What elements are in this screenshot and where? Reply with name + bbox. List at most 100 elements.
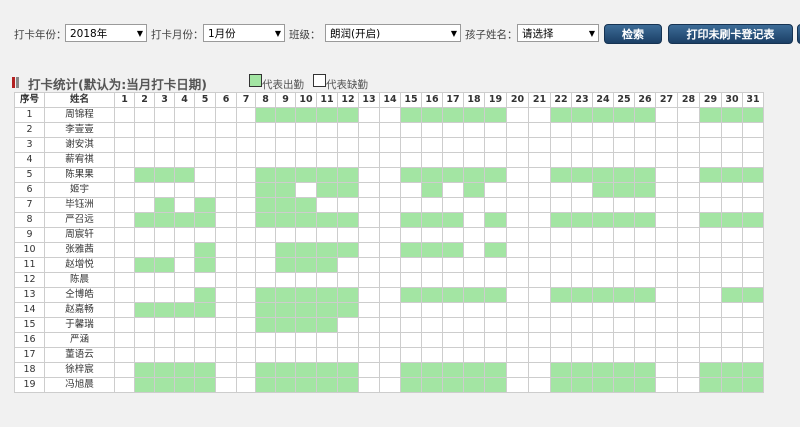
day-cell-absent [337,197,359,213]
day-cell-absent [634,152,656,168]
day-cell-absent [655,362,678,378]
day-cell-absent [742,122,764,138]
day-cell-absent [236,272,256,288]
attendance-table: 序号 姓名 1 2 3 4 5 6 7 8 9 10 11 12 13 14 15 16 17 18 19 20 21 22 2… [14,92,764,393]
day-cell-present [463,182,485,198]
table-row: 12 陈晨 [14,272,764,288]
day-cell-absent [677,317,700,333]
day-cell-present [154,212,175,228]
day-cell-present [721,212,743,228]
day-cell-present [400,167,422,183]
day-cell-absent [677,137,700,153]
student-name: 赵嘉畅 [44,302,115,318]
day-cell-absent [528,317,551,333]
day-cell-present [421,182,443,198]
day-cell-absent [337,122,359,138]
day-cell-present [275,107,296,123]
day-cell-absent [742,197,764,213]
row-index: 8 [14,212,45,228]
day-cell-absent [484,272,507,288]
day-cell-absent [174,317,195,333]
day-cell-absent [154,272,175,288]
day-cell-absent [634,272,656,288]
day-cell-absent [114,242,135,258]
day-cell-absent [174,122,195,138]
day-cell-absent [134,287,155,303]
day-cell-absent [236,227,256,243]
day-cell-present [295,167,317,183]
day-cell-absent [742,137,764,153]
day-cell-present [134,362,155,378]
search-button[interactable]: 检索 [604,24,662,44]
student-name: 姬宇 [44,182,115,198]
day-cell-present [742,107,764,123]
day-cell-absent [236,107,256,123]
day-cell-absent [655,332,678,348]
student-name: 周锦程 [44,107,115,123]
legend-present-swatch [249,74,262,87]
day-cell-absent [506,182,529,198]
day-cell-present [699,212,722,228]
day-cell-absent [134,227,155,243]
day-cell-present [463,167,485,183]
day-cell-absent [114,197,135,213]
day-cell-absent [194,227,216,243]
day-cell-absent [358,332,380,348]
day-cell-present [721,107,743,123]
day-cell-present [484,212,507,228]
day-cell-absent [400,137,422,153]
child-select[interactable]: 请选择 ▼ [517,24,599,42]
day-cell-absent [528,227,551,243]
year-select[interactable]: 2018年 ▼ [65,24,147,42]
day-cell-absent [358,167,380,183]
day-cell-present [316,302,338,318]
day-cell-present [699,377,722,393]
day-cell-absent [154,182,175,198]
day-cell-absent [174,182,195,198]
day-cell-absent [506,302,529,318]
header-day: 30 [721,92,743,108]
day-cell-absent [379,167,401,183]
day-cell-absent [528,167,551,183]
month-select[interactable]: 1月份 ▼ [203,24,285,42]
day-cell-absent [236,287,256,303]
day-cell-absent [484,317,507,333]
day-cell-absent [613,152,635,168]
header-day: 7 [236,92,256,108]
day-cell-absent [114,362,135,378]
day-cell-absent [699,302,722,318]
day-cell-absent [174,347,195,363]
student-name: 薪宥祺 [44,152,115,168]
day-cell-absent [421,227,443,243]
class-select[interactable]: 朗润(开启) ▼ [325,24,461,42]
day-cell-absent [550,152,572,168]
filter-bar: 打卡年份： 2018年 ▼ 打卡月份： 1月份 ▼ 班级： 朗润(开启) ▼ 孩… [0,24,800,44]
day-cell-absent [613,302,635,318]
student-name: 徐梓宸 [44,362,115,378]
day-cell-absent [528,257,551,273]
day-cell-absent [174,287,195,303]
day-cell-present [295,257,317,273]
day-cell-absent [571,332,593,348]
day-cell-present [337,212,359,228]
day-cell-absent [236,347,256,363]
day-cell-absent [358,287,380,303]
day-cell-present [484,242,507,258]
day-cell-present [295,302,317,318]
day-cell-absent [484,137,507,153]
day-cell-present [134,212,155,228]
day-cell-absent [379,317,401,333]
student-name: 谢安淇 [44,137,115,153]
day-cell-absent [677,242,700,258]
day-cell-absent [154,332,175,348]
day-cell-present [550,212,572,228]
table-row: 5 陈果果 [14,167,764,183]
day-cell-absent [699,137,722,153]
day-cell-absent [421,347,443,363]
print-unswiped-button[interactable]: 打印未刷卡登记表 [668,24,793,44]
day-cell-absent [358,227,380,243]
day-cell-absent [677,227,700,243]
student-name: 冯旭晨 [44,377,115,393]
day-cell-present [634,107,656,123]
day-cell-absent [215,152,237,168]
